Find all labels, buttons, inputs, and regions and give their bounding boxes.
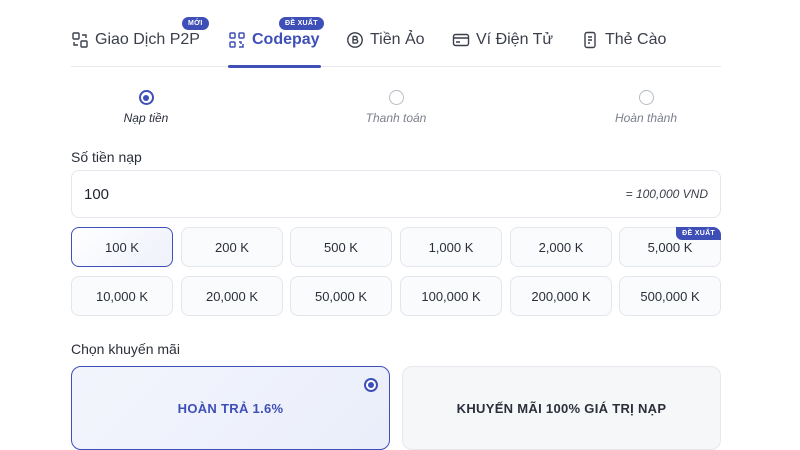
tab-e-wallet[interactable]: Ví Điện Tử [452, 30, 553, 67]
promo-option-label: KHUYẾN MÃI 100% GIÁ TRỊ NẠP [456, 400, 667, 416]
tab-p2p[interactable]: Giao Dịch P2P MỚI [71, 17, 209, 67]
step-label: Nạp tiền [123, 111, 169, 125]
tab-label: Tiền Ảo [370, 31, 425, 48]
preset-amount-button[interactable]: 10,000 K [71, 276, 173, 316]
preset-label: 100 K [105, 239, 139, 255]
converted-amount: = 100,000 VND [625, 187, 708, 201]
preset-amount-button[interactable]: 50,000 K [290, 276, 392, 316]
payment-method-tabs: Giao Dịch P2P MỚI Codepay ĐỀ XUẤT Tiền Ả… [71, 0, 721, 68]
preset-label: 20,000 K [205, 288, 259, 304]
preset-label: 200 K [215, 239, 249, 255]
preset-amount-button[interactable]: 100 K [71, 227, 173, 267]
preset-amount-button[interactable]: 5,000 K ĐỀ XUẤT [619, 227, 721, 267]
promo-option-label: HOÀN TRẢ 1.6% [177, 400, 284, 416]
step-indicator [138, 90, 154, 105]
preset-amount-button[interactable]: 2,000 K [510, 227, 612, 267]
scratch-card-icon [581, 31, 599, 49]
promo-option-cashback[interactable]: HOÀN TRẢ 1.6% [71, 366, 390, 450]
preset-label: 10,000 K [95, 288, 149, 304]
radio-selected-icon [364, 378, 378, 392]
tab-label: Thẻ Cào [605, 31, 667, 48]
amount-input[interactable] [84, 185, 384, 203]
tab-scratch-card[interactable]: Thẻ Cào [581, 30, 666, 67]
qr-scan-icon [228, 31, 246, 49]
tab-crypto[interactable]: Tiền Ảo [346, 30, 425, 67]
preset-amount-button[interactable]: 500,000 K [619, 276, 721, 316]
step-label: Thanh toán [365, 111, 427, 125]
recommended-badge: ĐỀ XUẤT [676, 227, 721, 240]
preset-amount-button[interactable]: 20,000 K [181, 276, 283, 316]
tab-codepay[interactable]: Codepay ĐỀ XUẤT [228, 17, 324, 68]
preset-label: 100,000 K [421, 288, 481, 304]
preset-amount-button[interactable]: 100,000 K [400, 276, 502, 316]
preset-amount-button[interactable]: 200,000 K [510, 276, 612, 316]
p2p-exchange-icon [71, 31, 89, 49]
preset-label: 500,000 K [640, 288, 700, 304]
preset-amount-button[interactable]: 1,000 K [400, 227, 502, 267]
wallet-icon [452, 31, 470, 49]
promo-option-full-bonus[interactable]: KHUYẾN MÃI 100% GIÁ TRỊ NẠP [402, 366, 721, 450]
preset-label: 500 K [324, 239, 358, 255]
new-badge: MỚI [182, 17, 209, 30]
amount-field: = 100,000 VND [71, 170, 721, 218]
step-label: Hoàn thành [614, 111, 678, 125]
bitcoin-icon [346, 31, 364, 49]
step-deposit: Nạp tiền [86, 85, 206, 125]
step-indicator [388, 90, 404, 105]
preset-amount-button[interactable]: 500 K [290, 227, 392, 267]
step-indicator [638, 90, 654, 105]
preset-label: 50,000 K [314, 288, 368, 304]
preset-label: 5,000 K [647, 239, 693, 255]
tab-label: Ví Điện Tử [476, 31, 554, 48]
step-complete: Hoàn thành [586, 85, 706, 125]
preset-label: 2,000 K [538, 239, 584, 255]
tab-label: Giao Dịch P2P [95, 31, 200, 48]
amount-label: Số tiền nạp [71, 149, 142, 165]
recommended-badge: ĐỀ XUẤT [279, 17, 324, 30]
step-payment: Thanh toán [336, 85, 456, 125]
promotion-label: Chọn khuyến mãi [71, 341, 180, 357]
progress-stepper: Nạp tiền Thanh toán Hoàn thành [71, 85, 721, 130]
preset-amount-button[interactable]: 200 K [181, 227, 283, 267]
tab-label: Codepay [252, 31, 320, 48]
preset-label: 200,000 K [531, 288, 591, 304]
preset-label: 1,000 K [428, 239, 474, 255]
